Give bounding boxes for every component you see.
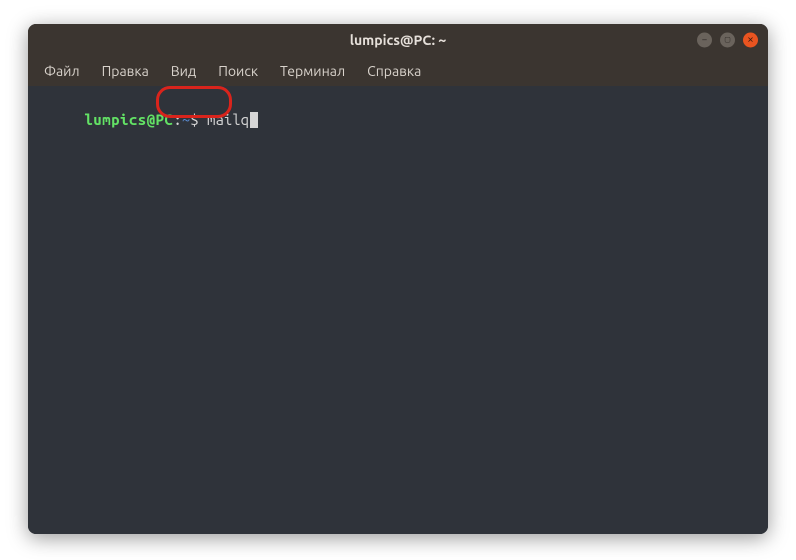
prompt-symbol: $ bbox=[190, 111, 207, 128]
prompt-path: ~ bbox=[182, 111, 190, 128]
menu-search[interactable]: Поиск bbox=[208, 59, 268, 83]
window-titlebar: lumpics@PC: ~ bbox=[28, 24, 768, 56]
maximize-button[interactable] bbox=[720, 33, 735, 48]
prompt-user-host: lumpics@PC bbox=[84, 111, 173, 128]
window-title: lumpics@PC: ~ bbox=[350, 32, 447, 48]
window-controls bbox=[697, 33, 758, 48]
menu-edit[interactable]: Правка bbox=[92, 59, 159, 83]
terminal-window: lumpics@PC: ~ Файл Правка Вид Поиск Терм… bbox=[28, 24, 768, 534]
menu-view[interactable]: Вид bbox=[161, 59, 206, 83]
menu-bar: Файл Правка Вид Поиск Терминал Справка bbox=[28, 56, 768, 86]
menu-help[interactable]: Справка bbox=[357, 59, 431, 83]
terminal-viewport[interactable]: lumpics@PC:~$ mailq bbox=[28, 86, 768, 534]
command-text: mailq bbox=[207, 111, 249, 128]
menu-file[interactable]: Файл bbox=[34, 59, 90, 83]
prompt-colon: : bbox=[173, 111, 181, 128]
close-button[interactable] bbox=[743, 33, 758, 48]
cursor bbox=[250, 112, 258, 128]
minimize-button[interactable] bbox=[697, 33, 712, 48]
menu-terminal[interactable]: Терминал bbox=[270, 59, 355, 83]
prompt-line: lumpics@PC:~$ mailq bbox=[34, 90, 762, 150]
